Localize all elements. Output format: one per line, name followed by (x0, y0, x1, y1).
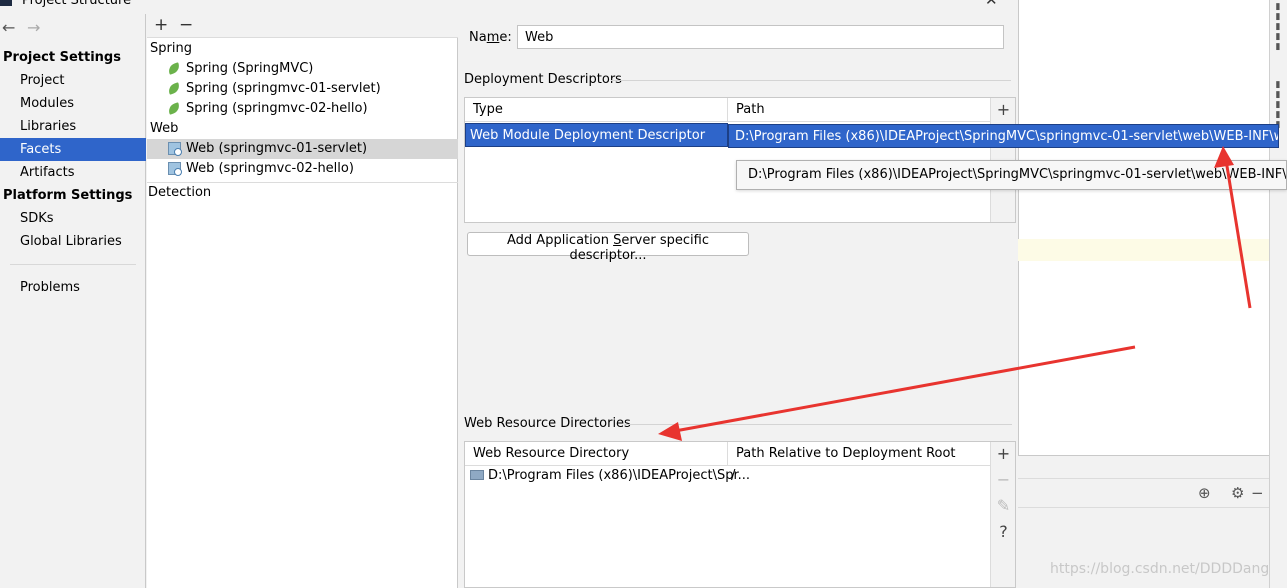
table-row-directory-cell[interactable]: D:\Program Files (x86)\IDEAProject\Spr..… (465, 467, 750, 485)
gear-icon[interactable]: ⚙ (1231, 484, 1244, 502)
table-row-relative-path-cell[interactable]: / (731, 467, 991, 485)
project-settings-heading: Project Settings (3, 50, 121, 65)
add-facet-icon[interactable]: + (154, 14, 168, 36)
web-resource-directories-title: Web Resource Directories (464, 416, 631, 431)
table-actions: + − ✎ ? (990, 442, 1015, 587)
tree-item-web-02-hello[interactable]: Web (springmvc-02-hello) (147, 159, 458, 179)
remove-facet-icon[interactable]: − (179, 14, 193, 36)
app-icon (0, 0, 12, 6)
table-header: Type Path (465, 98, 991, 122)
name-label: Name: (469, 30, 512, 45)
watermark: https://blog.csdn.net/DDDDang (1050, 561, 1270, 577)
section-divider (611, 80, 1011, 81)
nav-item-global-libraries[interactable]: Global Libraries (0, 230, 146, 253)
nav-item-artifacts[interactable]: Artifacts (0, 161, 146, 184)
editor-current-line (1018, 239, 1269, 261)
tree-item-detection[interactable]: Detection (148, 185, 211, 200)
deployment-descriptors-title: Deployment Descriptors (464, 72, 622, 87)
minimize-icon[interactable]: − (1251, 484, 1264, 502)
nav-item-modules[interactable]: Modules (0, 92, 146, 115)
tree-toolbar: + − (147, 14, 458, 38)
column-header-path[interactable]: Path (728, 98, 991, 122)
tree-group-web[interactable]: Web (150, 121, 178, 136)
tree-item-web-01-servlet[interactable]: Web (springmvc-01-servlet) (147, 139, 458, 159)
tool-window-tab[interactable]: ▮▮▮▮▮ (1273, 2, 1283, 52)
column-header-web-resource-directory[interactable]: Web Resource Directory (465, 442, 728, 466)
nav-item-libraries[interactable]: Libraries (0, 115, 146, 138)
arrow-right-icon[interactable]: → (27, 18, 40, 37)
tree-item-spring-02-hello[interactable]: Spring (springmvc-02-hello) (147, 99, 458, 119)
section-divider (624, 424, 1012, 425)
spring-leaf-icon (166, 82, 182, 95)
folder-icon (470, 470, 484, 480)
nav-divider (10, 264, 136, 265)
web-facet-icon (168, 162, 182, 176)
facets-tree-panel: + − Spring Spring (SpringMVC) Spring (sp… (147, 14, 458, 588)
add-server-descriptor-button[interactable]: Add Application Server specific descript… (467, 232, 749, 263)
window-title: Project Structure (22, 0, 132, 8)
spring-leaf-icon (166, 102, 182, 115)
tree-item-spring-01-servlet[interactable]: Spring (springmvc-01-servlet) (147, 79, 458, 99)
close-icon[interactable]: ✕ (985, 0, 998, 9)
path-tooltip: D:\Program Files (x86)\IDEAProject\Sprin… (736, 160, 1287, 190)
title-bar: Project Structure ✕ (0, 0, 1018, 14)
column-header-path-relative[interactable]: Path Relative to Deployment Root (728, 442, 991, 466)
column-header-type[interactable]: Type (465, 98, 728, 122)
table-row-path-cell[interactable]: D:\Program Files (x86)\IDEAProject\Sprin… (728, 124, 1279, 148)
spring-leaf-icon (166, 62, 182, 75)
nav-item-problems[interactable]: Problems (0, 276, 146, 299)
nav-item-facets[interactable]: Facets (0, 138, 146, 161)
web-resource-directories-table: Web Resource Directory Path Relative to … (464, 441, 1016, 588)
tree-divider (147, 182, 458, 183)
add-icon[interactable]: + (991, 444, 1016, 463)
edit-icon[interactable]: ✎ (991, 496, 1016, 515)
table-header: Web Resource Directory Path Relative to … (465, 442, 991, 466)
table-row-type-cell[interactable]: Web Module Deployment Descriptor (465, 123, 728, 147)
arrow-left-icon[interactable]: ← (2, 18, 15, 37)
facet-name-input[interactable] (517, 25, 1004, 49)
nav-item-sdks[interactable]: SDKs (0, 207, 146, 230)
nav-item-project[interactable]: Project (0, 69, 146, 92)
right-tool-strip: ▮▮▮▮▮ ▮▮▮▮▮ (1269, 0, 1287, 588)
tool-window-tab[interactable]: ▮▮▮▮▮ (1273, 80, 1283, 130)
add-icon[interactable]: + (991, 100, 1016, 119)
remove-icon[interactable]: − (991, 470, 1016, 489)
target-icon[interactable]: ⊕ (1198, 484, 1211, 502)
platform-settings-heading: Platform Settings (3, 188, 133, 203)
tree-group-spring[interactable]: Spring (150, 41, 192, 56)
help-icon[interactable]: ? (991, 522, 1016, 541)
tree-item-spring-springmvc[interactable]: Spring (SpringMVC) (147, 59, 458, 79)
settings-nav: ← → Project Settings Project Modules Lib… (0, 14, 146, 588)
web-facet-icon (168, 142, 182, 156)
facet-settings: Name: Deployment Descriptors Type Path W… (459, 14, 1018, 588)
